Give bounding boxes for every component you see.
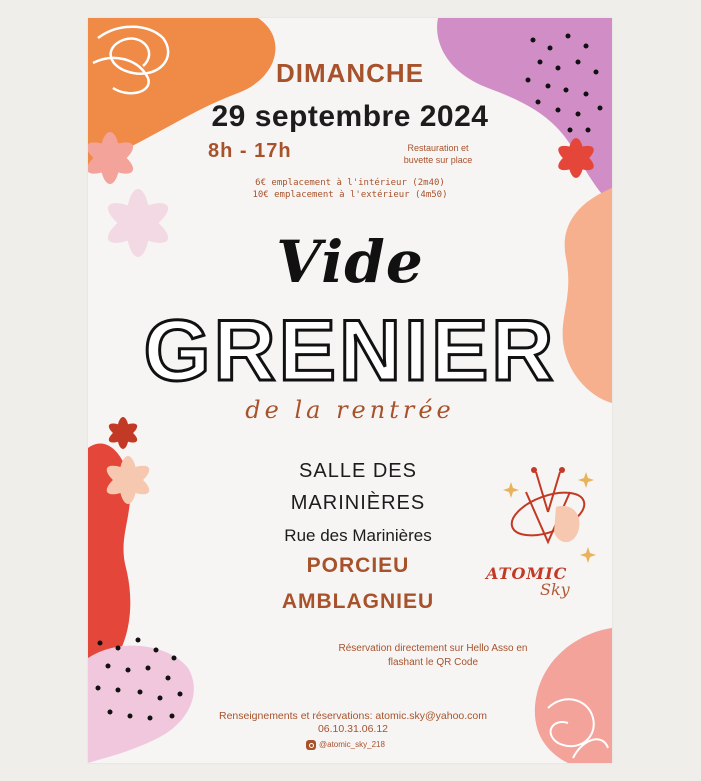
title-subtitle: de la rentrée: [245, 396, 455, 424]
title-vide: Vide: [276, 228, 424, 296]
catering-note: Restauration et buvette sur place: [378, 142, 498, 166]
instagram-handle-row: @atomic_sky_218: [306, 740, 385, 750]
contact-phone: 06.10.31.06.12: [317, 723, 389, 735]
booking-line-1: Réservation directement sur Hello Asso e…: [338, 643, 528, 654]
event-hours: 8h - 17h: [208, 140, 292, 162]
event-date: 29 septembre 2024: [211, 100, 489, 133]
price-outside: 10€ emplacement à l'extérieur (4m50): [252, 190, 448, 200]
price-inside: 6€ emplacement à l'intérieur (2m40): [255, 178, 445, 188]
page-background: DIMANCHE 29 septembre 2024 8h - 17h Rest…: [0, 0, 701, 781]
event-day: DIMANCHE: [275, 58, 425, 88]
venue-town-line-2: AMBLAGNIEU: [281, 590, 435, 613]
catering-line-1: Restauration et: [407, 143, 469, 153]
atomic-sky-logo-icon: [503, 467, 596, 563]
lilac-blob-bottom-left: [88, 645, 194, 763]
contact-line-1: Renseignements et réservations: atomic.s…: [218, 710, 488, 722]
logo-word-sky: Sky: [540, 580, 570, 599]
poster: DIMANCHE 29 septembre 2024 8h - 17h Rest…: [88, 18, 612, 763]
venue-hall-line-2: MARINIÈRES: [290, 492, 426, 514]
instagram-handle: @atomic_sky_218: [319, 740, 385, 750]
booking-note: Réservation directement sur Hello Asso e…: [298, 642, 568, 670]
venue-hall-line-1: SALLE DES: [299, 460, 417, 482]
venue-street: Rue des Marinières: [284, 526, 432, 545]
title-grenier: GRENIER: [142, 302, 557, 401]
instagram-icon: [306, 740, 316, 750]
booking-line-2: flashant le QR Code: [387, 657, 479, 668]
catering-line-2: buvette sur place: [403, 155, 473, 165]
contact-info: Renseignements et réservations: atomic.s…: [188, 710, 518, 736]
venue-town-line-1: PORCIEU: [306, 554, 410, 577]
